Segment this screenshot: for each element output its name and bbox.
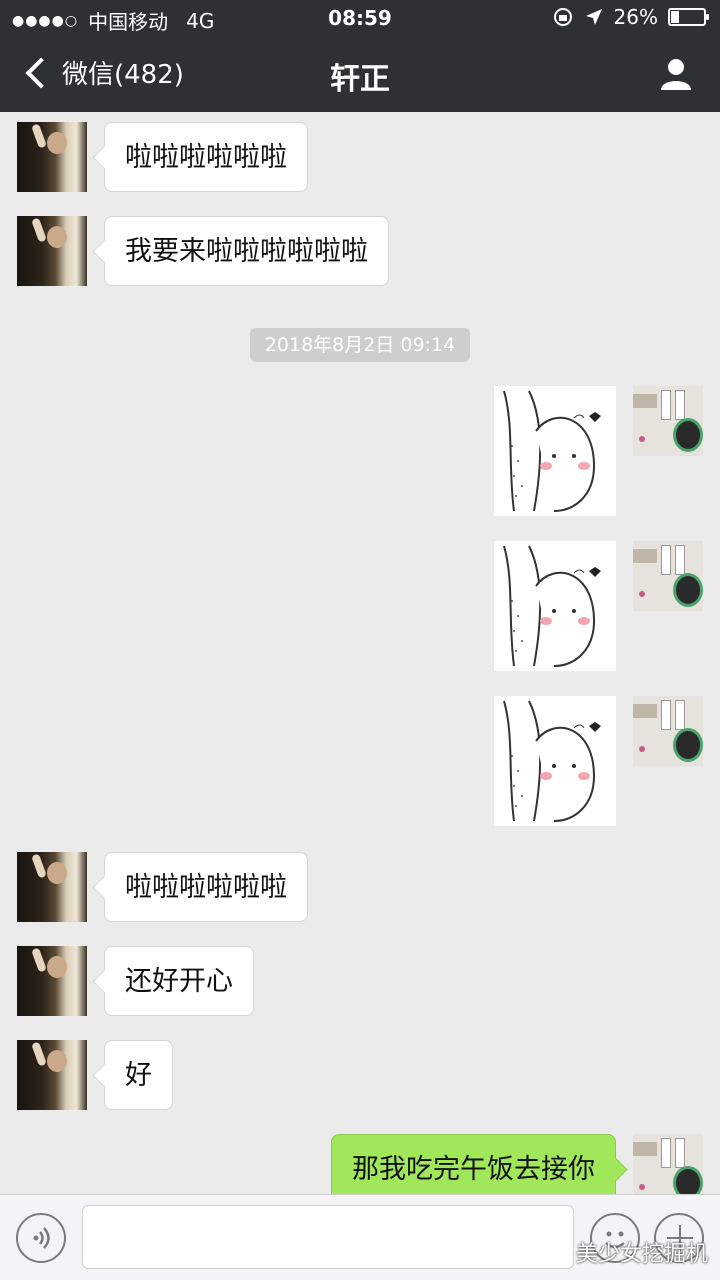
- friend-avatar[interactable]: [17, 852, 87, 922]
- my-avatar[interactable]: [633, 386, 703, 456]
- blushing-face-hug-sticker-icon[interactable]: [494, 541, 616, 671]
- received-message-bubble[interactable]: 还好开心: [104, 946, 254, 1016]
- friend-avatar[interactable]: [17, 122, 87, 192]
- received-message-bubble[interactable]: 啦啦啦啦啦啦: [104, 852, 308, 922]
- wechat-logo-icon: [545, 1242, 571, 1262]
- status-bar: ●●●●○ 中国移动 4G 08:59 26%: [0, 0, 720, 36]
- location-arrow-icon: [585, 9, 602, 25]
- battery-level: [671, 11, 679, 23]
- watermark-text: 美少女挖掘机: [575, 1242, 708, 1267]
- blushing-face-hug-sticker-icon[interactable]: [494, 386, 616, 516]
- voice-input-button[interactable]: [16, 1213, 66, 1263]
- chat-title: 轩正: [330, 62, 390, 97]
- my-avatar[interactable]: [633, 541, 703, 611]
- received-message-bubble[interactable]: 啦啦啦啦啦啦: [104, 122, 308, 192]
- contact-profile-icon[interactable]: [658, 56, 694, 92]
- battery-icon: [668, 8, 709, 26]
- nav-bar: 微信(482) 轩正: [0, 36, 720, 112]
- received-message-bubble[interactable]: 我要来啦啦啦啦啦啦: [104, 216, 389, 286]
- blushing-face-hug-sticker-icon[interactable]: [494, 696, 616, 826]
- orientation-lock-icon: [553, 8, 572, 26]
- battery-percent: 26%: [613, 5, 658, 29]
- friend-avatar[interactable]: [17, 216, 87, 286]
- sent-message-bubble[interactable]: 那我吃完午饭去接你: [331, 1134, 616, 1194]
- my-avatar[interactable]: [633, 1134, 703, 1194]
- my-avatar[interactable]: [633, 696, 703, 766]
- friend-avatar[interactable]: [17, 946, 87, 1016]
- status-icons: 26%: [552, 5, 709, 29]
- chat-history[interactable]: 啦啦啦啦啦啦 我要来啦啦啦啦啦啦 2018年8月2日 09:14 啦啦啦啦啦啦 …: [0, 112, 720, 1194]
- voice-wave-icon: [33, 1227, 50, 1249]
- friend-avatar[interactable]: [17, 1040, 87, 1110]
- received-message-bubble[interactable]: 好: [104, 1040, 173, 1110]
- watermark: 美少女挖掘机: [545, 1236, 708, 1268]
- timestamp-divider: 2018年8月2日 09:14: [250, 328, 470, 362]
- message-text-input[interactable]: [82, 1205, 574, 1269]
